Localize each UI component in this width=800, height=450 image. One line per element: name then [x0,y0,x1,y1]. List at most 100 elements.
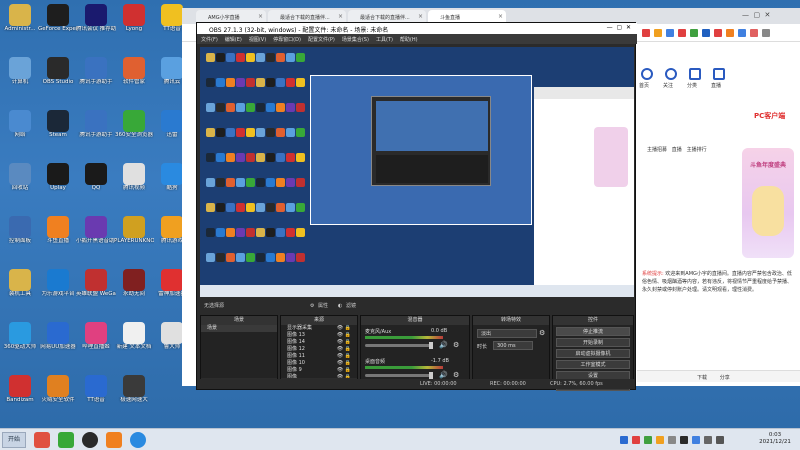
window-controls[interactable]: — ▢ ✕ [607,24,631,31]
desktop-icon[interactable]: 英雄联盟 WeGame [76,269,116,313]
source-item[interactable]: 显示器采集 👁 🔒 [281,325,357,332]
obs-icon[interactable] [82,432,98,448]
desktop-icon[interactable]: QQ [76,163,116,207]
menu-tools[interactable]: 工具(T) [376,37,393,43]
speaker-icon[interactable]: 🔊 [439,341,448,349]
promo-banner[interactable]: 斗鱼年度盛典 [742,148,794,258]
desktop-icon[interactable]: 腾讯视频 [114,163,154,207]
desktop-icon[interactable]: 控制面板 [0,216,40,260]
gear-icon[interactable]: ⚙ [310,300,314,312]
download-link[interactable]: 下载 [697,375,707,381]
desktop-icon[interactable]: 哔哩直播姬 [76,322,116,366]
desktop-icon[interactable]: Administr... [0,4,40,48]
desktop-icon[interactable]: PLAYERUNKNOWN'S BATTLEGROUNDS [114,216,154,260]
obs-title-bar[interactable]: OBS 27.1.3 (32-bit, windows) - 配置文件: 未命名… [197,23,637,34]
tab-live[interactable]: 直播 [672,147,682,153]
studio-mode-button[interactable]: 工作室模式 [556,360,630,369]
share-link[interactable]: 分享 [720,375,730,381]
desktop-icon[interactable]: 极速网速大 [114,375,154,419]
window-controls[interactable]: — ▢ ✕ [742,11,770,19]
gear-icon[interactable]: ⚙ [453,371,459,379]
desktop-icon[interactable]: 新建 文本文档 [114,322,154,366]
desktop-icon[interactable]: 斗鱼直播 [38,216,78,260]
visibility-lock-icon[interactable]: 👁 🔒 [337,332,351,339]
source-item[interactable]: 图像 11 👁 🔒 [281,353,357,360]
desktop-icon[interactable]: GeForce Experience [38,4,78,48]
desktop-icon[interactable]: 网络 [0,110,40,154]
desktop-icon[interactable]: 网易UU加速器 [38,322,78,366]
transition-select[interactable]: 淡出 [477,329,537,338]
menu-help[interactable]: 帮助(H) [400,37,418,43]
nav-home-label[interactable]: 首页 [639,82,649,89]
source-item[interactable]: 图像 9 👁 🔒 [281,367,357,374]
desktop-icon[interactable]: 计算机 [0,57,40,101]
desktop-icon[interactable]: OBS Studio [38,57,78,101]
menu-file[interactable]: 文件(F) [201,37,218,43]
desktop-icon[interactable]: 软件管家 [114,57,154,101]
desktop-icon[interactable]: 小鹅开黑语音助手 [76,216,116,260]
source-item[interactable]: 图像 10 👁 🔒 [281,360,357,367]
desktop-icon[interactable]: Uplay [38,163,78,207]
desktop-volume-slider[interactable] [365,372,433,379]
desktop-icon[interactable]: 回收站 [0,163,40,207]
filter-icon[interactable]: ◐ [338,300,342,312]
desktop-icon[interactable]: 360驱动大师 [0,322,40,366]
nav-category-label[interactable]: 分类 [687,82,697,89]
gear-icon[interactable]: ⚙ [539,329,545,337]
visibility-lock-icon[interactable]: 👁 🔒 [337,339,351,346]
start-button[interactable]: 开始 [2,432,26,448]
close-icon[interactable]: × [498,13,503,20]
nav-live-label[interactable]: 直播 [711,82,721,89]
taskbar-app-icon[interactable] [34,432,50,448]
desktop-icon[interactable]: 360安全浏览器 [114,110,154,154]
desktop-icon[interactable]: 永劫无间 [114,269,154,313]
desktop-icon[interactable]: 火绒安全软件 [38,375,78,419]
desktop-icon[interactable]: Lyong [114,4,154,48]
toolbar-icon-strip[interactable] [642,28,792,38]
desktop-icon[interactable]: Bandizam [0,375,40,419]
pc-client-link[interactable]: PC客户端 [754,111,794,123]
desktop-icon[interactable]: 腾讯会议 推荐助手 [76,4,116,48]
tray-icons[interactable] [620,435,740,445]
close-icon[interactable]: × [418,13,423,20]
duration-input[interactable]: 300 ms [493,341,533,350]
menu-view[interactable]: 视图(V) [249,37,266,43]
gear-icon[interactable]: ⚙ [453,341,459,349]
visibility-lock-icon[interactable]: 👁 🔒 [337,367,351,374]
taskbar-app-icon[interactable] [130,432,146,448]
menu-profile[interactable]: 配置文件(P) [308,37,335,43]
live-icon[interactable] [713,68,725,80]
source-item[interactable]: 图像 13 👁 🔒 [281,332,357,339]
close-icon[interactable]: × [258,13,263,20]
menu-scene-collection[interactable]: 场景集合(S) [342,37,369,43]
virtual-camera-button[interactable]: 启动虚拟摄像机 [556,349,630,358]
desktop-icon[interactable]: Steam [38,110,78,154]
scene-item[interactable]: 场景 [201,325,277,332]
filters-button[interactable]: 滤镜 [346,300,356,312]
visibility-lock-icon[interactable]: 👁 🔒 [337,353,351,360]
visibility-lock-icon[interactable]: 👁 🔒 [337,325,351,332]
source-item[interactable]: 图像 12 👁 🔒 [281,346,357,353]
mic-volume-slider[interactable] [365,342,433,349]
browser-icon[interactable] [58,432,74,448]
tab-ranking[interactable]: 主播排行 [687,147,707,153]
visibility-lock-icon[interactable]: 👁 🔒 [337,360,351,367]
home-icon[interactable] [641,68,653,80]
menu-edit[interactable]: 编辑(E) [225,37,242,43]
nav-follow-label[interactable]: 关注 [663,82,673,89]
tab-recruit[interactable]: 主播招募 [647,147,667,153]
visibility-lock-icon[interactable]: 👁 🔒 [337,346,351,353]
stop-streaming-button[interactable]: 停止推流 [556,327,630,336]
menu-docks[interactable]: 停靠窗口(D) [273,37,301,43]
taskbar-app-icon[interactable] [106,432,122,448]
speaker-icon[interactable]: 🔊 [439,371,448,379]
desktop-icon[interactable]: 腾讯手游助手 [76,57,116,101]
clock[interactable]: 0:03 2021/12/21 [752,432,798,446]
properties-button[interactable]: 属性 [318,300,328,312]
start-recording-button[interactable]: 开始录制 [556,338,630,347]
desktop-icon[interactable]: 为乐游戏平台 [38,269,78,313]
follow-icon[interactable] [665,68,677,80]
close-icon[interactable]: × [338,13,343,20]
source-item[interactable]: 图像 14 👁 🔒 [281,339,357,346]
desktop-icon[interactable]: TT语音 [76,375,116,419]
